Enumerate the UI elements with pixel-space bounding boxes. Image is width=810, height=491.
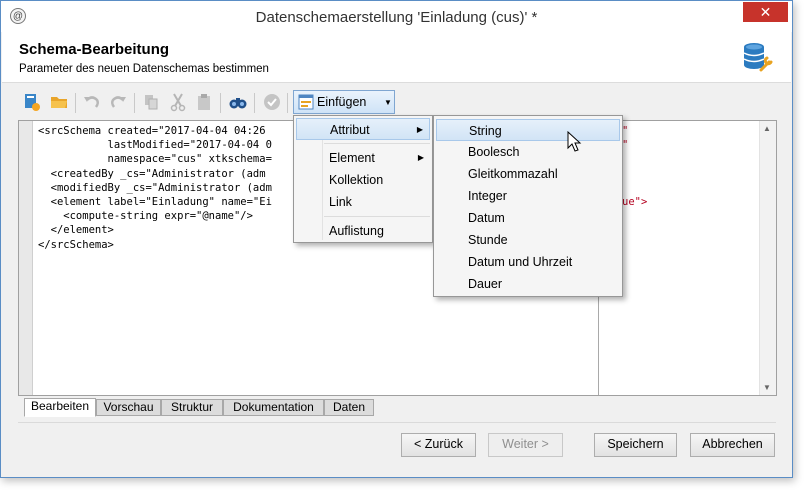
menu-item-link[interactable]: Link [296, 191, 430, 213]
tab-daten[interactable]: Daten [324, 399, 374, 416]
close-button[interactable]: ✕ [743, 2, 788, 22]
menu-item-kollektion[interactable]: Kollektion [296, 169, 430, 191]
code-line: <compute-string expr="@name"/> [38, 210, 253, 223]
code-line: lastModified="2017-04-04 0 [38, 139, 272, 152]
title-bar: @ Datenschemaerstellung 'Einladung (cus)… [1, 1, 792, 32]
page-title: Schema-Bearbeitung [19, 41, 170, 58]
undo-icon[interactable] [82, 92, 102, 112]
insert-icon [298, 94, 314, 110]
menu-item-attribut[interactable]: Attribut ▶ [296, 118, 430, 140]
copy-icon[interactable] [141, 92, 161, 112]
submenu-item-dauer[interactable]: Dauer [436, 273, 620, 295]
code-line: </srcSchema> [38, 238, 114, 251]
submenu-arrow-icon: ▶ [417, 153, 424, 162]
tab-struktur[interactable]: Struktur [161, 399, 223, 416]
code-right-fragment: ue"> [622, 196, 648, 208]
insert-menu: Attribut ▶ Element ▶ Kollektion Link Auf… [293, 115, 433, 243]
tab-vorschau[interactable]: Vorschau [96, 399, 161, 416]
cut-icon[interactable] [168, 92, 188, 112]
scroll-down-icon[interactable]: ▼ [763, 383, 771, 392]
vertical-scrollbar[interactable]: ▲ ▼ [759, 121, 776, 395]
insert-button[interactable]: Einfügen [293, 90, 383, 114]
next-button[interactable]: Weiter > [488, 433, 563, 457]
xml-code[interactable]: <srcSchema created="2017-04-04 04:26 las… [38, 124, 272, 252]
redo-icon[interactable] [108, 92, 128, 112]
code-line: <modifiedBy _cs="Administrator (adm [38, 181, 272, 194]
tab-bearbeiten[interactable]: Bearbeiten [24, 398, 96, 417]
code-line: <element label="Einladung" name="Ei [38, 196, 272, 209]
window-title: Datenschemaerstellung 'Einladung (cus)' … [255, 9, 538, 26]
menu-item-auflistung[interactable]: Auflistung [296, 220, 430, 242]
database-wrench-icon [743, 43, 773, 72]
submenu-item-stunde[interactable]: Stunde [436, 229, 620, 251]
submenu-item-boolesch[interactable]: Boolesch [436, 141, 620, 163]
code-line: </element> [38, 224, 114, 237]
insert-label: Einfügen [317, 95, 367, 109]
editor-gutter [19, 121, 33, 395]
cancel-button[interactable]: Abbrechen [690, 433, 775, 457]
tab-dokumentation[interactable]: Dokumentation [223, 399, 324, 416]
submenu-item-datum[interactable]: Datum [436, 207, 620, 229]
submenu-item-gleitkommazahl[interactable]: Gleitkommazahl [436, 163, 620, 185]
open-folder-icon[interactable] [49, 92, 69, 112]
back-button[interactable]: < Zurück [401, 433, 476, 457]
new-schema-icon[interactable] [22, 92, 42, 112]
insert-dropdown-arrow-icon[interactable]: ▼ [382, 90, 395, 114]
submenu-item-integer[interactable]: Integer [436, 185, 620, 207]
submenu-item-string[interactable]: String [436, 119, 620, 141]
validate-icon[interactable] [262, 92, 282, 112]
submenu-item-datum-und-uhrzeit[interactable]: Datum und Uhrzeit [436, 251, 620, 273]
page-subtitle: Parameter des neuen Datenschemas bestimm… [19, 63, 269, 75]
mouse-pointer-icon [567, 131, 582, 152]
menu-item-element[interactable]: Element ▶ [296, 147, 430, 169]
footer-divider [18, 422, 776, 423]
code-line: namespace="cus" xtkschema= [38, 153, 272, 166]
scroll-up-icon[interactable]: ▲ [763, 124, 771, 133]
code-line: <srcSchema created="2017-04-04 04:26 [38, 125, 266, 137]
attribute-submenu: String Boolesch Gleitkommazahl Integer D… [433, 115, 623, 297]
submenu-arrow-icon: ▶ [416, 125, 423, 134]
editor-toolbar: Einfügen ▼ [18, 90, 777, 116]
find-icon[interactable] [228, 92, 248, 112]
paste-icon[interactable] [194, 92, 214, 112]
save-button[interactable]: Speichern [594, 433, 677, 457]
wizard-header: Schema-Bearbeitung Parameter des neuen D… [2, 32, 791, 83]
code-line: <createdBy _cs="Administrator (adm [38, 167, 266, 180]
